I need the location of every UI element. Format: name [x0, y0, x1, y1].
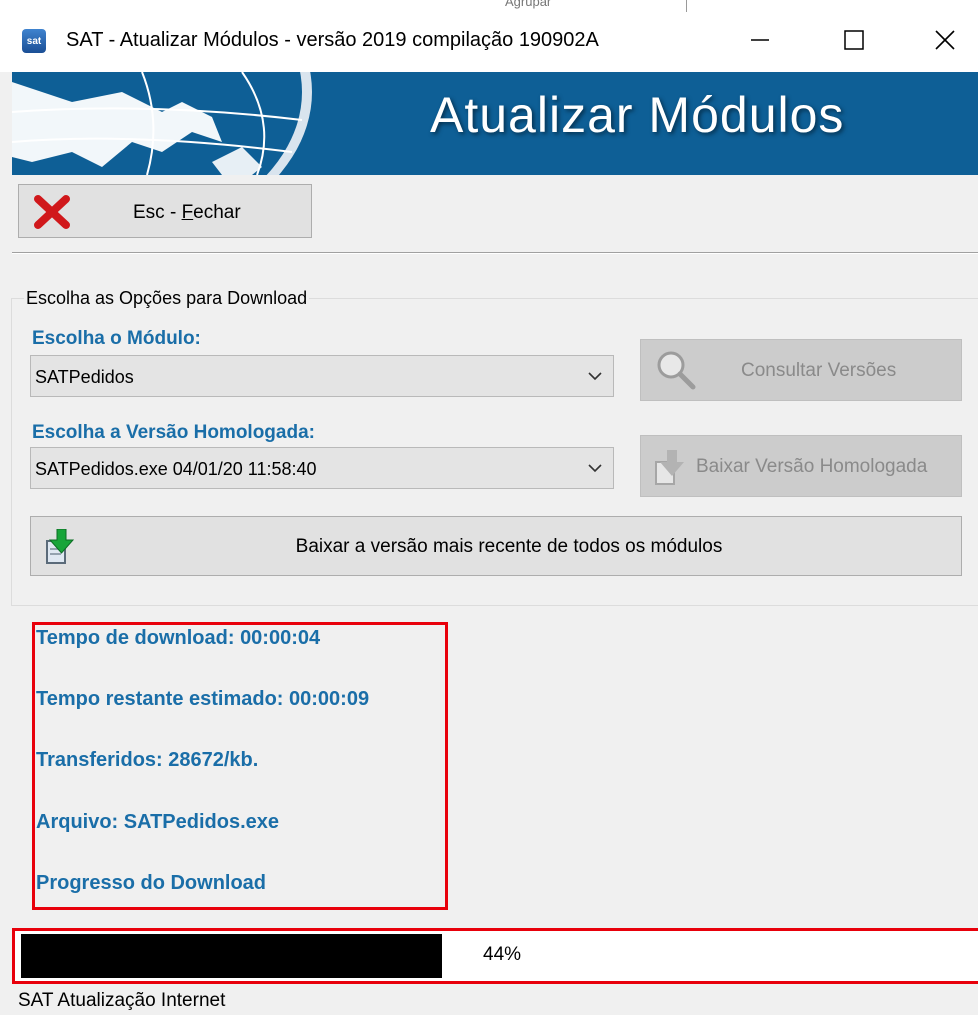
download-homologated-button[interactable]: Baixar Versão Homologada: [640, 435, 962, 497]
banner-title: Atualizar Módulos: [430, 87, 845, 143]
progress-percent: 44%: [483, 944, 522, 965]
module-label: Escolha o Módulo:: [32, 328, 201, 349]
window-close-button[interactable]: [920, 18, 970, 62]
download-latest-all-button[interactable]: Baixar a versão mais recente de todos os…: [30, 516, 962, 576]
background-fragment-text: Agrupar: [505, 0, 552, 9]
esc-close-prefix: Esc -: [133, 202, 182, 223]
transferred-text: Transferidos: 28672/kb.: [36, 749, 259, 771]
consult-versions-button[interactable]: Consultar Versões: [640, 339, 962, 401]
globe-icon: [12, 72, 312, 175]
status-bar-text: SAT Atualização Internet: [18, 990, 226, 1011]
esc-close-mnemonic: F: [181, 202, 194, 223]
file-name-text: Arquivo: SATPedidos.exe: [36, 811, 280, 833]
minimize-button[interactable]: [735, 18, 785, 62]
version-select[interactable]: SATPedidos.exe 04/01/20 11:58:40: [30, 447, 614, 489]
background-divider: [686, 0, 687, 12]
download-homologated-label: Baixar Versão Homologada: [696, 456, 928, 477]
maximize-icon: [844, 30, 864, 50]
download-progress-bar: 44%: [21, 934, 978, 978]
toolbar-separator-highlight: [12, 253, 978, 254]
title-bar[interactable]: sat SAT - Atualizar Módulos - versão 201…: [0, 12, 978, 72]
progress-fill: [21, 934, 443, 978]
minimize-icon: [751, 39, 769, 41]
module-select[interactable]: SATPedidos: [30, 355, 614, 397]
consult-versions-label: Consultar Versões: [741, 360, 897, 381]
version-select-value: SATPedidos.exe 04/01/20 11:58:40: [35, 459, 317, 479]
maximize-button[interactable]: [829, 18, 879, 62]
download-latest-all-label: Baixar a versão mais recente de todos os…: [295, 536, 723, 557]
app-icon: sat: [22, 29, 46, 53]
module-select-value: SATPedidos: [35, 367, 134, 387]
chevron-down-icon: [588, 372, 602, 381]
esc-close-button[interactable]: Esc - Fechar: [18, 184, 312, 238]
version-label: Escolha a Versão Homologada:: [32, 422, 315, 443]
magnifier-icon: [657, 351, 696, 390]
remaining-time-text: Tempo restante estimado: 00:00:09: [36, 688, 370, 710]
progress-label: Progresso do Download: [36, 872, 267, 894]
esc-close-rest: echar: [193, 202, 241, 223]
download-disabled-icon: [655, 450, 684, 485]
header-banner: Atualizar Módulos: [12, 72, 978, 175]
download-options-legend: Escolha as Opções para Download: [24, 288, 310, 309]
esc-close-label: Esc - Fechar: [133, 202, 241, 224]
red-x-icon: [34, 195, 70, 229]
window-title: SAT - Atualizar Módulos - versão 2019 co…: [66, 29, 599, 51]
close-icon: [935, 30, 955, 50]
chevron-down-icon: [588, 464, 602, 473]
progress-highlight: 44%: [12, 928, 978, 984]
download-time-text: Tempo de download: 00:00:04: [36, 627, 321, 649]
background-window-strip: Agrupar: [0, 0, 978, 12]
